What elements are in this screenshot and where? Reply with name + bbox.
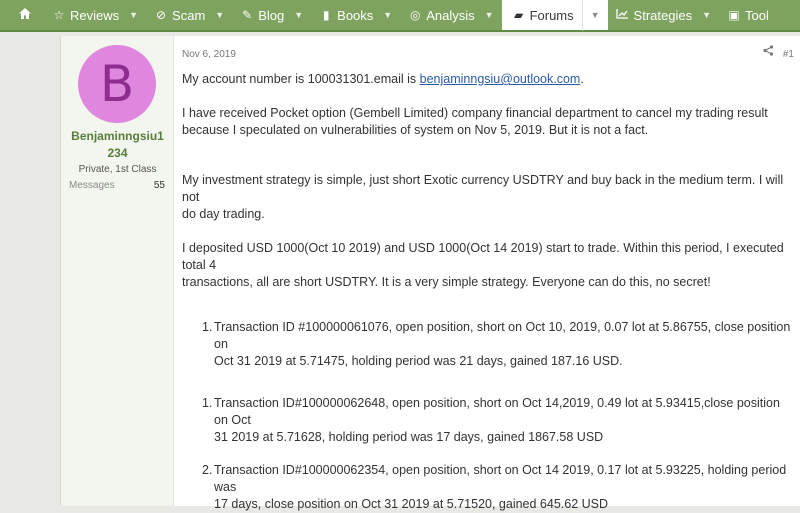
chart-icon: [616, 8, 630, 22]
messages-count[interactable]: 55: [154, 180, 165, 191]
paragraph-2: My investment strategy is simple, just s…: [182, 172, 794, 223]
nav-tool-label: Tool: [745, 7, 769, 23]
chevron-down-icon[interactable]: ▼: [129, 10, 138, 20]
avatar[interactable]: B: [78, 45, 156, 123]
paragraph-1-line1: I have received Pocket option (Gembell L…: [182, 106, 768, 120]
nav-forums[interactable]: ▰ Forums ▼: [501, 0, 608, 31]
post-date[interactable]: Nov 6, 2019: [182, 46, 236, 63]
nav-blog[interactable]: ✎ Blog ▼: [232, 0, 311, 30]
chevron-down-icon[interactable]: ▼: [294, 10, 303, 20]
account-text: My account number is 100031301.email is: [182, 72, 420, 86]
list-item-line2: Oct 31 2019 at 5.71475, holding period w…: [214, 354, 623, 368]
nav-reviews[interactable]: ☆ Reviews ▼: [44, 0, 146, 30]
account-paragraph: My account number is 100031301.email is …: [182, 71, 794, 88]
chevron-down-icon[interactable]: ▼: [215, 10, 224, 20]
nav-strategies-label: Strategies: [633, 7, 693, 23]
post-content: Nov 6, 2019 #1 My account number is 1000…: [182, 36, 797, 511]
top-navigation: ☆ Reviews ▼ ⊘ Scam ▼ ✎ Blog ▼ ▮ Books ▼ …: [0, 0, 800, 32]
nav-blog-label: Blog: [258, 7, 285, 23]
list-item-line1: Transaction ID#100000062354, open positi…: [214, 463, 787, 494]
paragraph-2-line1: My investment strategy is simple, just s…: [182, 173, 784, 204]
username-link[interactable]: Benjaminngsiu1 234: [61, 128, 174, 162]
username-line2: 234: [107, 146, 128, 160]
list-item: 1. Transaction ID #100000061076, open po…: [202, 319, 794, 370]
nav-books[interactable]: ▮ Books ▼: [311, 0, 400, 30]
post-user-pane: B Benjaminngsiu1 234 Private, 1st Class …: [61, 36, 174, 506]
home-icon: [18, 7, 32, 23]
paragraph-1: I have received Pocket option (Gembell L…: [182, 105, 794, 139]
messages-label: Messages: [69, 180, 115, 191]
nav-home[interactable]: [0, 0, 44, 30]
list-item-number: 1.: [202, 396, 213, 410]
user-title: Private, 1st Class: [78, 164, 157, 175]
nav-analysis-label: Analysis: [426, 7, 475, 23]
list-item: 2. Transaction ID#100000062354, open pos…: [202, 462, 794, 513]
email-link[interactable]: benjaminngsiu@outlook.com: [420, 72, 581, 86]
nav-analysis[interactable]: ◎ Analysis ▼: [400, 0, 501, 30]
list-item: 1. Transaction ID#100000062648, open pos…: [202, 395, 794, 446]
nav-strategies[interactable]: Strategies ▼: [608, 0, 719, 30]
list-item-number: 1.: [202, 320, 213, 334]
avatar-letter: B: [99, 55, 135, 113]
podcast-icon: ◎: [409, 8, 421, 22]
chevron-down-icon[interactable]: ▼: [702, 10, 711, 20]
chevron-down-icon[interactable]: ▼: [485, 10, 494, 20]
list-item-line1: Transaction ID#100000062648, open positi…: [214, 396, 780, 427]
pencil-icon: ✎: [242, 8, 253, 22]
username-line1: Benjaminngsiu1: [71, 129, 164, 143]
nav-scam[interactable]: ⊘ Scam ▼: [146, 0, 232, 30]
list-item-number: 2.: [202, 463, 213, 477]
paragraph-1-line2: because I speculated on vulnerabilities …: [182, 123, 649, 137]
chevron-down-icon[interactable]: ▼: [383, 10, 392, 20]
comments-icon: ▰: [513, 8, 524, 22]
paragraph-3: I deposited USD 1000(Oct 10 2019) and US…: [182, 240, 794, 291]
forum-post: B Benjaminngsiu1 234 Private, 1st Class …: [60, 36, 800, 511]
ban-icon: ⊘: [156, 8, 167, 22]
chevron-down-icon[interactable]: ▼: [581, 0, 600, 31]
star-icon: ☆: [53, 8, 65, 22]
paragraph-2-line2: do day trading.: [182, 207, 265, 221]
nav-tool[interactable]: ▣ Tool: [719, 0, 777, 30]
post-meta: Nov 6, 2019 #1: [182, 45, 794, 63]
user-messages-stat: Messages 55: [69, 180, 165, 191]
account-suffix: .: [580, 72, 584, 86]
book-icon: ▮: [322, 8, 330, 22]
nav-books-label: Books: [337, 7, 374, 23]
list-item-line2: 17 days, close position on Oct 31 2019 a…: [214, 497, 609, 511]
list-item-line2: 31 2019 at 5.71628, holding period was 1…: [214, 430, 604, 444]
nav-scam-label: Scam: [172, 7, 206, 23]
nav-forums-label: Forums: [529, 7, 574, 23]
nav-reviews-label: Reviews: [70, 7, 120, 23]
paragraph-3-line1: I deposited USD 1000(Oct 10 2019) and US…: [182, 241, 784, 272]
post-number[interactable]: #1: [783, 46, 794, 63]
paragraph-3-line2: transactions, all are short USDTRY. It i…: [182, 275, 711, 289]
toolbox-icon: ▣: [728, 8, 740, 22]
list-item-line1: Transaction ID #100000061076, open posit…: [214, 320, 791, 351]
share-icon[interactable]: [763, 45, 774, 62]
